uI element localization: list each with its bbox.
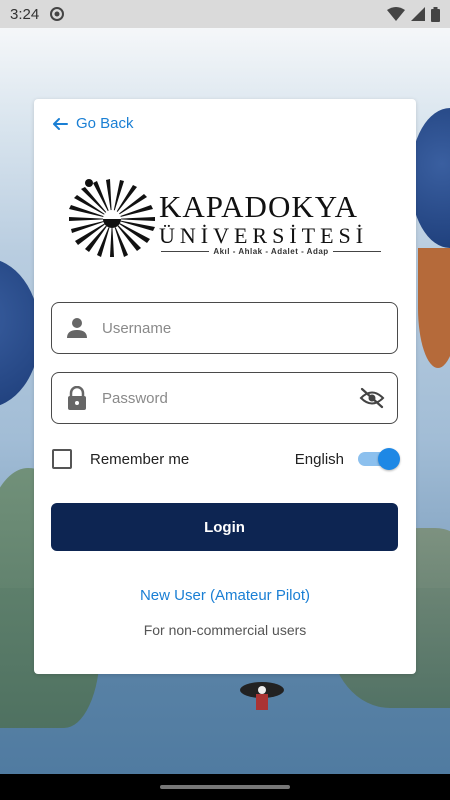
remember-me-label: Remember me — [90, 450, 190, 468]
battery-icon — [431, 6, 440, 22]
remember-me-checkbox[interactable] — [52, 449, 72, 469]
home-gesture-pill[interactable] — [160, 785, 290, 789]
status-time: 3:24 — [10, 5, 40, 23]
sunburst-emblem-icon — [69, 179, 155, 257]
password-input[interactable] — [102, 389, 359, 407]
login-card: Go Back KAPADOKYA ÜNİVERSİTESİ Akıl - Ah… — [34, 99, 416, 674]
go-back-link[interactable]: Go Back — [52, 115, 134, 132]
person-icon — [67, 318, 87, 338]
logo-wordmark-line1: KAPADOKYA — [159, 189, 359, 224]
options-row: Remember me English — [52, 446, 400, 472]
status-bar: 3:24 — [0, 0, 450, 28]
language-label: English — [294, 450, 344, 468]
lock-icon — [68, 386, 86, 410]
language-toggle-knob — [378, 448, 400, 470]
background-paraglider — [240, 682, 284, 710]
username-field[interactable] — [51, 302, 398, 354]
username-input[interactable] — [102, 319, 385, 337]
arrow-left-icon — [53, 117, 68, 130]
background-balloon-right-basket — [418, 248, 450, 368]
notification-icon — [50, 7, 65, 21]
new-user-link[interactable]: New User (Amateur Pilot) — [34, 587, 416, 604]
signal-icon — [411, 7, 425, 21]
logo-tagline: Akıl - Ahlak - Adalet - Adap — [161, 247, 381, 256]
eye-off-icon[interactable] — [359, 387, 385, 409]
login-button[interactable]: Login — [51, 503, 398, 551]
background-balloon-right — [410, 108, 450, 248]
wifi-icon — [387, 7, 405, 21]
password-field[interactable] — [51, 372, 398, 424]
go-back-label: Go Back — [76, 115, 134, 132]
language-toggle[interactable] — [358, 448, 400, 470]
logo-wordmark-line2: ÜNİVERSİTESİ — [159, 223, 369, 248]
university-logo: KAPADOKYA ÜNİVERSİTESİ Akıl - Ahlak - Ad… — [69, 177, 384, 257]
system-nav-bar — [0, 774, 450, 800]
new-user-note: For non-commercial users — [143, 622, 307, 638]
logo-tagline-text: Akıl - Ahlak - Adalet - Adap — [209, 247, 333, 256]
